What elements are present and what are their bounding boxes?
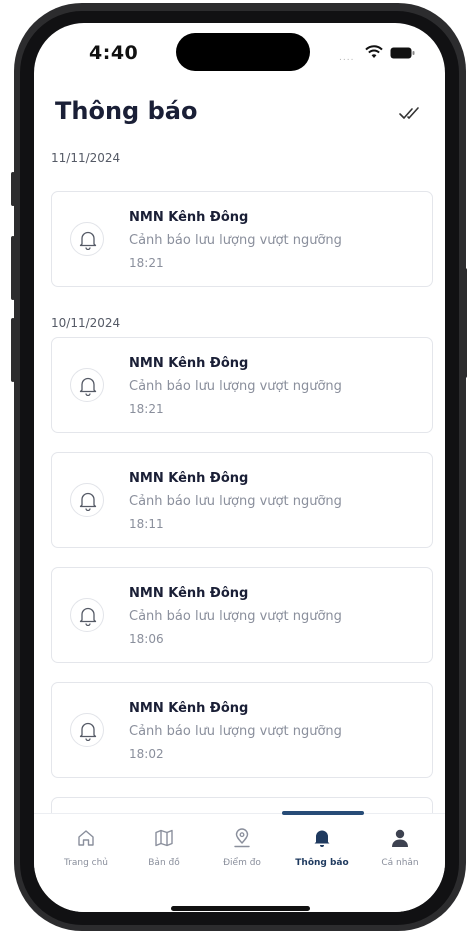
location-pin-icon <box>234 828 250 848</box>
tab-map[interactable]: Bản đồ <box>124 824 204 872</box>
tab-label: Thông báo <box>295 858 349 868</box>
notification-title: NMN Kênh Đông <box>129 471 249 486</box>
status-bar: 4:40 .... <box>34 23 445 79</box>
notification-title: NMN Kênh Đông <box>129 210 249 225</box>
notification-card[interactable]: NMN Kênh Đông Cảnh báo lưu lượng vượt ng… <box>51 567 433 663</box>
cellular-signal: .... <box>339 53 355 63</box>
notification-message: Cảnh báo lưu lượng vượt ngưỡng <box>129 233 342 248</box>
wifi-icon <box>365 45 383 58</box>
tab-home[interactable]: Trang chủ <box>46 824 126 872</box>
notification-card[interactable]: NMN Kênh Đông Cảnh báo lưu lượng vượt ng… <box>51 191 433 287</box>
page-title: Thông báo <box>55 97 198 125</box>
tab-label: Bản đồ <box>148 858 180 868</box>
date-group-label: 11/11/2024 <box>51 151 121 165</box>
bell-icon <box>70 222 104 256</box>
date-group-label: 10/11/2024 <box>51 316 121 330</box>
app-screen: 4:40 .... Thông báo 11/11/2024 NMN Kênh … <box>34 23 445 912</box>
dynamic-island <box>176 33 310 71</box>
notification-message: Cảnh báo lưu lượng vượt ngưỡng <box>129 724 342 739</box>
person-icon <box>392 829 408 847</box>
notification-card[interactable]: NMN Kênh Đông Cảnh báo lưu lượng vượt ng… <box>51 682 433 778</box>
notification-time: 18:11 <box>129 517 164 531</box>
tab-label: Điểm đo <box>223 858 261 868</box>
tab-label: Trang chủ <box>63 858 109 868</box>
notification-time: 18:02 <box>129 747 164 761</box>
notification-message: Cảnh báo lưu lượng vượt ngưỡng <box>129 379 342 394</box>
notification-title: NMN Kênh Đông <box>129 586 249 601</box>
bell-icon <box>70 713 104 747</box>
notification-time: 18:21 <box>129 256 164 270</box>
notification-time: 18:06 <box>129 632 164 646</box>
notification-message: Cảnh báo lưu lượng vượt ngưỡng <box>129 494 342 509</box>
status-time: 4:40 <box>89 42 139 64</box>
volume-down-button <box>11 318 15 382</box>
home-icon <box>78 830 94 846</box>
notification-title: NMN Kênh Đông <box>129 356 249 371</box>
bell-icon <box>70 483 104 517</box>
tab-profile[interactable]: Cá nhân <box>360 824 440 872</box>
home-indicator[interactable] <box>171 906 310 911</box>
bell-icon <box>70 598 104 632</box>
action-button <box>11 172 15 206</box>
bell-icon <box>314 830 330 847</box>
notification-message: Cảnh báo lưu lượng vượt ngưỡng <box>129 609 342 624</box>
notification-card[interactable]: NMN Kênh Đông Cảnh báo lưu lượng vượt ng… <box>51 337 433 433</box>
volume-up-button <box>11 236 15 300</box>
tab-measure-points[interactable]: Điểm đo <box>202 824 282 872</box>
active-tab-indicator <box>282 811 364 815</box>
tab-notifications[interactable]: Thông báo <box>282 824 362 872</box>
bell-icon <box>70 368 104 402</box>
bottom-tab-bar: Trang chủ Bản đồ Điểm đo Thông báo Cá nh… <box>34 811 445 912</box>
notification-time: 18:21 <box>129 402 164 416</box>
notification-title: NMN Kênh Đông <box>129 701 249 716</box>
tab-label: Cá nhân <box>381 858 419 868</box>
map-icon <box>155 829 173 847</box>
notification-card[interactable]: NMN Kênh Đông Cảnh báo lưu lượng vượt ng… <box>51 452 433 548</box>
battery-icon <box>390 47 415 59</box>
power-button <box>463 268 467 378</box>
double-check-icon[interactable] <box>398 105 424 121</box>
